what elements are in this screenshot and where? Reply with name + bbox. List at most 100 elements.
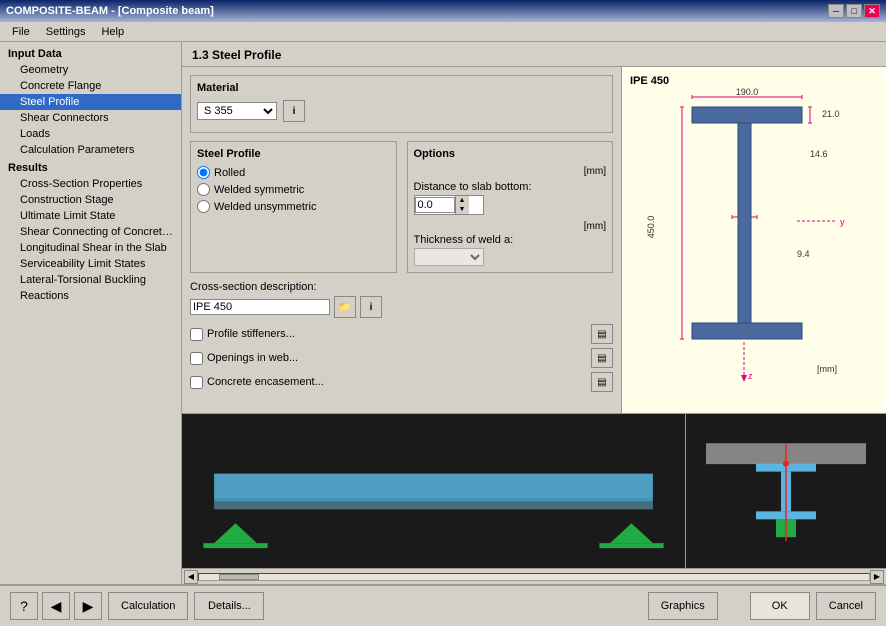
stiffeners-btn[interactable]: ▤: [591, 324, 613, 344]
svg-text:y: y: [840, 217, 845, 227]
profile-folder-btn[interactable]: 📁: [334, 296, 356, 318]
openings-label: Openings in web...: [207, 352, 298, 364]
openings-btn[interactable]: ▤: [591, 348, 613, 368]
distance-down-btn[interactable]: ▼: [455, 205, 469, 214]
material-info-button[interactable]: i: [283, 100, 305, 122]
check-openings: Openings in web... ▤: [190, 348, 613, 368]
sidebar-item-lateral-torsional[interactable]: Lateral-Torsional Buckling: [0, 272, 181, 288]
bottom-right-view: [686, 414, 886, 568]
cross-section-small-svg: [686, 414, 886, 568]
footer-help-btn[interactable]: ?: [10, 592, 38, 620]
check-encasement: Concrete encasement... ▤: [190, 372, 613, 392]
checkboxes-area: Profile stiffeners... ▤ Openings in web.…: [190, 324, 613, 392]
menu-file[interactable]: File: [4, 24, 38, 40]
stiffeners-checkbox[interactable]: [190, 328, 203, 341]
graphics-button[interactable]: Graphics: [648, 592, 718, 620]
minimize-button[interactable]: ─: [828, 4, 844, 18]
distance-label: Distance to slab bottom:: [414, 181, 607, 193]
options-box: Options [mm] Distance to slab bottom: ▲ …: [407, 141, 614, 273]
sidebar-item-reactions[interactable]: Reactions: [0, 288, 181, 304]
content-area: Input Data Geometry Concrete Flange Stee…: [0, 42, 886, 584]
distance-input[interactable]: [415, 197, 455, 213]
unit-label-mm2: [mm]: [414, 221, 607, 232]
svg-text:21.0: 21.0: [822, 109, 840, 119]
sidebar-item-longitudinal-shear[interactable]: Longitudinal Shear in the Slab: [0, 240, 181, 256]
main-container: Input Data Geometry Concrete Flange Stee…: [0, 42, 886, 626]
ipe-label: IPE 450: [630, 75, 669, 87]
cross-section-label: Cross-section description:: [190, 281, 613, 293]
distance-spinner-btns: ▲ ▼: [455, 196, 469, 214]
ipe-svg: 190.0 21.0 9.4: [642, 87, 862, 387]
material-group: Material S 355 S 235 S 275 S 420 S 460 i: [190, 75, 613, 133]
thickness-label: Thickness of weld a:: [414, 234, 607, 246]
openings-checkbox[interactable]: [190, 352, 203, 365]
svg-text:z: z: [748, 371, 753, 381]
bottom-scrollbar: ◀ ▶: [182, 568, 886, 584]
sidebar-item-calc-params[interactable]: Calculation Parameters: [0, 142, 181, 158]
sidebar-item-ultimate[interactable]: Ultimate Limit State: [0, 208, 181, 224]
menu-help[interactable]: Help: [93, 24, 132, 40]
profile-options-row: Steel Profile Rolled Welded symmetric: [190, 141, 613, 273]
encasement-btn[interactable]: ▤: [591, 372, 613, 392]
bottom-panels: [182, 413, 886, 568]
sidebar-item-cross-section[interactable]: Cross-Section Properties: [0, 176, 181, 192]
steel-profile-title: Steel Profile: [197, 148, 390, 160]
distance-up-btn[interactable]: ▲: [455, 196, 469, 205]
unit-label-mm: [mm]: [414, 166, 607, 177]
footer-left: ? ◀ ▶: [10, 592, 102, 620]
scrollbar-track[interactable]: [198, 573, 870, 581]
check-stiffeners: Profile stiffeners... ▤: [190, 324, 613, 344]
thickness-select: [414, 248, 484, 266]
sidebar-item-serviceability[interactable]: Serviceability Limit States: [0, 256, 181, 272]
radio-welded-sym[interactable]: Welded symmetric: [197, 183, 390, 196]
details-button[interactable]: Details...: [194, 592, 264, 620]
thickness-row: Thickness of weld a:: [414, 234, 607, 266]
steel-profile-box: Steel Profile Rolled Welded symmetric: [190, 141, 397, 273]
radio-welded-unsym[interactable]: Welded unsymmetric: [197, 200, 390, 213]
title-text: COMPOSITE-BEAM - [Composite beam]: [6, 5, 214, 17]
beam-svg: [182, 414, 685, 568]
profile-input[interactable]: [190, 299, 330, 315]
scroll-right-arrow[interactable]: ▶: [870, 570, 884, 584]
footer-bar: ? ◀ ▶ Calculation Details... Graphics OK…: [0, 584, 886, 626]
calculation-button[interactable]: Calculation: [108, 592, 188, 620]
sidebar-input-section: Input Data: [0, 46, 181, 62]
sidebar-item-geometry[interactable]: Geometry: [0, 62, 181, 78]
maximize-button[interactable]: □: [846, 4, 862, 18]
radio-rolled[interactable]: Rolled: [197, 166, 390, 179]
material-select[interactable]: S 355 S 235 S 275 S 420 S 460: [197, 102, 277, 120]
encasement-label: Concrete encasement...: [207, 376, 324, 388]
right-panel: 1.3 Steel Profile Material S 355 S 235 S…: [182, 42, 886, 584]
profile-desc-row: 📁 i: [190, 296, 613, 318]
scroll-left-arrow[interactable]: ◀: [184, 570, 198, 584]
sidebar-item-shear-connectors[interactable]: Shear Connectors: [0, 110, 181, 126]
sidebar-item-loads[interactable]: Loads: [0, 126, 181, 142]
material-label: Material: [197, 82, 606, 94]
sidebar-item-shear-connecting[interactable]: Shear Connecting of Concrete S...: [0, 224, 181, 240]
options-title: Options: [414, 148, 607, 160]
cross-section-row: Cross-section description: 📁 i: [190, 281, 613, 318]
distance-row: Distance to slab bottom: ▲ ▼: [414, 181, 607, 215]
svg-text:190.0: 190.0: [736, 87, 759, 97]
footer-back-btn[interactable]: ◀: [42, 592, 70, 620]
material-row: S 355 S 235 S 275 S 420 S 460 i: [197, 100, 606, 122]
svg-text:[mm]: [mm]: [817, 364, 837, 374]
sidebar-item-steel-profile[interactable]: Steel Profile: [0, 94, 181, 110]
radio-group: Rolled Welded symmetric Welded unsymmetr…: [197, 166, 390, 213]
menu-bar: File Settings Help: [0, 22, 886, 42]
title-bar-buttons: ─ □ ✕: [828, 4, 880, 18]
footer-forward-btn[interactable]: ▶: [74, 592, 102, 620]
ok-button[interactable]: OK: [750, 592, 810, 620]
sidebar-item-construction[interactable]: Construction Stage: [0, 192, 181, 208]
profile-info-btn[interactable]: i: [360, 296, 382, 318]
encasement-checkbox[interactable]: [190, 376, 203, 389]
form-graphics-area: Material S 355 S 235 S 275 S 420 S 460 i: [182, 67, 886, 413]
svg-text:450.0: 450.0: [646, 216, 656, 239]
distance-spinner[interactable]: ▲ ▼: [414, 195, 484, 215]
menu-settings[interactable]: Settings: [38, 24, 94, 40]
close-button[interactable]: ✕: [864, 4, 880, 18]
cancel-button[interactable]: Cancel: [816, 592, 876, 620]
sidebar-item-concrete-flange[interactable]: Concrete Flange: [0, 78, 181, 94]
scrollbar-thumb[interactable]: [219, 574, 259, 580]
graphics-area: IPE 450: [622, 67, 886, 413]
